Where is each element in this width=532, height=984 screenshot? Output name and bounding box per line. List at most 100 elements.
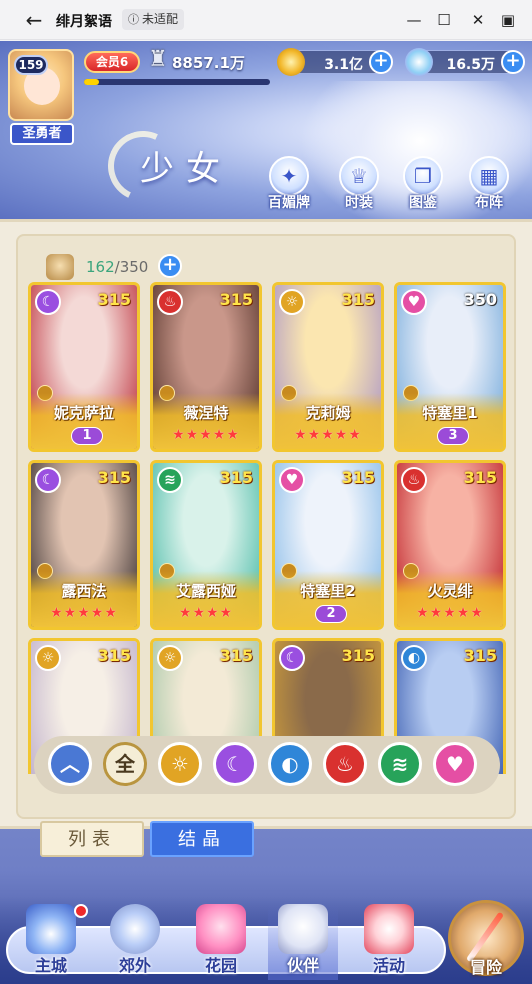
character-card[interactable]: ♨ 315 薇涅特 ★★★★★ [150,282,262,452]
card-icon: ✦ [269,156,309,196]
sun-element-icon: ☼ [279,289,305,315]
roster-panel-inner: 162/350 + ☾ 315 妮克萨拉 1 ♨ 315 薇涅特 ★★★★★ ☼ 315 克莉姆 ★★… [16,234,516,819]
nav-activity[interactable]: 活动 [354,904,424,980]
back-arrow-icon[interactable]: ← [22,8,46,32]
diamond-value: 16.5万 [446,57,495,73]
fire-filter-button[interactable]: ♨ [323,742,367,786]
nav-outskirts[interactable]: 郊外 [100,904,170,980]
nav-garden-label: 花园 [204,956,237,975]
wind-filter-icon: ≋ [391,752,409,776]
water-element-icon: ◐ [401,645,427,671]
character-card[interactable]: ♥ 315 特塞里2 2 [272,460,384,630]
character-card[interactable]: ☾ 315 露西法 ★★★★★ [28,460,140,630]
sun-filter-button[interactable]: ☼ [158,742,202,786]
heart-element-icon: ♥ [279,467,305,493]
character-name: 艾露西娅 [175,582,236,600]
fire-filter-icon: ♨ [336,752,354,776]
nav-main-city[interactable]: 主城 [16,904,88,980]
roster-panel: 162/350 + ☾ 315 妮克萨拉 1 ♨ 315 薇涅特 ★★★★★ ☼ 315 克莉姆 ★★… [0,219,532,829]
gold-coin-icon [277,48,305,76]
tab-crystal[interactable]: 结晶 [150,821,254,857]
rank-badge: 1 [71,427,103,445]
book-icon: ❐ [403,156,443,196]
power-value: 8857.1万 [172,54,245,72]
dress-icon: ♕ [339,156,379,196]
wind-element-icon: ≋ [157,467,183,493]
vip-badge[interactable]: 会员6 [84,51,140,73]
all-button[interactable]: 全 [103,742,147,786]
filter-all-label: 全 [115,752,135,776]
partner-icon [278,904,328,954]
character-name: 特塞里2 [300,582,356,600]
moon-filter-icon: ☾ [226,752,244,776]
character-power: 350 [463,290,497,309]
tab-list[interactable]: 列表 [40,821,144,857]
heart-filter-button[interactable]: ♥ [433,742,477,786]
window-titlebar: ← 绯月絮语 ⓘ 未适配 — ☐ ✕ ▣ [0,0,532,40]
heart-garden-icon [196,904,246,954]
compat-badge[interactable]: ⓘ 未适配 [122,9,185,30]
chevron-up-button[interactable]: ︿ [48,742,92,786]
sun-element-icon: ☼ [157,645,183,671]
character-name: 火灵绯 [427,582,473,600]
sidebar-toggle-icon[interactable]: ▣ [498,10,518,30]
character-card[interactable]: ♥ 350 特塞里1 3 [394,282,506,452]
water-filter-icon: ◐ [281,752,299,776]
star-rating: ★★★★ [178,605,234,621]
add-diamond-button[interactable]: + [501,50,525,74]
character-power: 315 [219,646,253,665]
func-formation-button[interactable]: ▦ 布阵 [466,156,512,212]
nav-partner[interactable]: 伙伴 [268,904,338,980]
adventure-button[interactable]: 冒险 [446,896,526,984]
func-book-button[interactable]: ❐ 图鉴 [400,156,446,212]
info-icon: ⓘ [128,13,139,26]
character-power: 315 [97,646,131,665]
moon-filter-button[interactable]: ☾ [213,742,257,786]
character-grid: ☾ 315 妮克萨拉 1 ♨ 315 薇涅特 ★★★★★ ☼ 315 克莉姆 ★★★★★ ♥ 350 特塞里… [28,282,506,774]
section-title: 少女 [140,149,232,189]
character-card[interactable]: ☾ 315 妮克萨拉 1 [28,282,140,452]
chevron-up-icon: ︿ [60,752,80,776]
character-power: 315 [219,290,253,309]
window-title: 绯月絮语 [56,14,112,30]
character-power: 315 [463,646,497,665]
add-gold-button[interactable]: + [369,50,393,74]
character-name: 妮克萨拉 [53,404,114,422]
castle-icon [26,904,76,954]
character-power: 315 [341,468,375,487]
character-power: 315 [341,290,375,309]
exp-fill [84,79,99,85]
power-icon: ♜ [148,47,168,72]
gold-value: 3.1亿 [324,57,363,73]
maximize-icon[interactable]: ☐ [434,10,454,30]
wind-filter-button[interactable]: ≋ [378,742,422,786]
character-card[interactable]: ♨ 315 火灵绯 ★★★★★ [394,460,506,630]
gold-resource: 3.1亿 + [277,48,393,76]
character-card[interactable]: ≋ 315 艾露西娅 ★★★★ [150,460,262,630]
character-power: 315 [97,468,131,487]
func-dress-button[interactable]: ♕ 时装 [336,156,382,212]
nav-outskirts-label: 郊外 [118,956,151,975]
sun-element-icon: ☼ [35,645,61,671]
expand-roster-button[interactable]: + [158,254,182,278]
heart-filter-icon: ♥ [446,752,464,776]
nav-garden[interactable]: 花园 [186,904,256,980]
minimize-icon[interactable]: — [404,10,424,30]
character-power: 315 [97,290,131,309]
heart-element-icon: ♥ [401,289,427,315]
water-filter-button[interactable]: ◐ [268,742,312,786]
character-card[interactable]: ☼ 315 克莉姆 ★★★★★ [272,282,384,452]
sun-filter-icon: ☼ [171,752,189,776]
compat-badge-label: 未适配 [142,12,179,26]
adventure-label: 冒险 [469,958,502,977]
fire-element-icon: ♨ [401,467,427,493]
player-avatar[interactable]: 159 [8,49,74,121]
func-cards-button[interactable]: ✦ 百媚牌 [266,156,312,212]
rank-badge: 3 [437,427,469,445]
close-icon[interactable]: ✕ [468,10,488,30]
game-area: 159 圣勇者 会员6 ♜ 8857.1万 3.1亿 + 16.5万 + 少女 … [0,41,532,984]
moon-element-icon: ☾ [35,289,61,315]
formation-icon: ▦ [469,156,509,196]
player-title[interactable]: 圣勇者 [10,123,74,145]
rank-badge: 2 [315,605,347,623]
